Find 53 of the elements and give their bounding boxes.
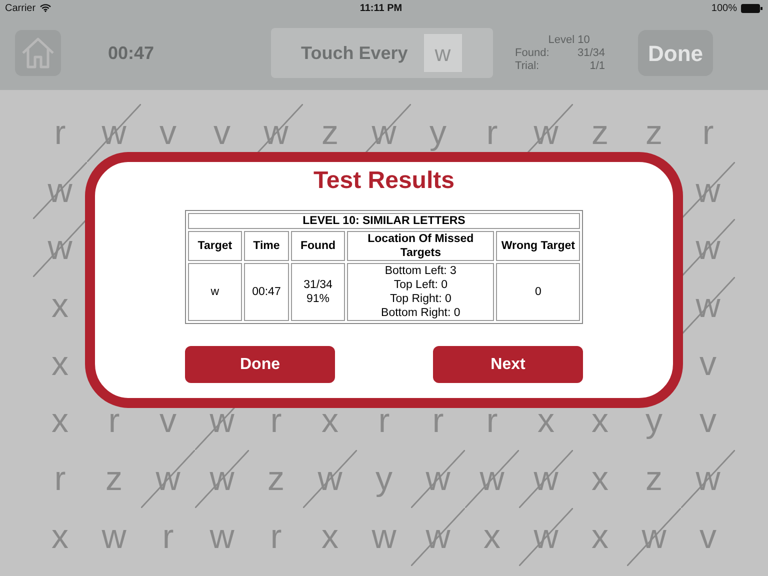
- grid-letter[interactable]: r: [33, 450, 87, 508]
- prompt-text: Touch Every: [301, 42, 408, 65]
- dialog-button[interactable]: Done: [185, 346, 335, 383]
- dialog-button[interactable]: Next: [433, 346, 583, 383]
- done-button[interactable]: Done: [638, 30, 714, 76]
- home-icon: [20, 36, 56, 70]
- grid-letter[interactable]: r: [681, 104, 735, 162]
- table-cell: 31/34 91%: [291, 263, 345, 321]
- stat-label: Trial:: [515, 60, 540, 72]
- grid-letter[interactable]: x: [303, 508, 357, 566]
- stat-value: 31/34: [578, 46, 606, 60]
- dialog-title: Test Results: [312, 166, 456, 196]
- grid-letter[interactable]: x: [33, 334, 87, 392]
- grid-letter[interactable]: w: [195, 508, 249, 566]
- grid-letter[interactable]: r: [33, 104, 87, 162]
- column-header: Wrong Target: [496, 231, 580, 261]
- grid-letter[interactable]: x: [33, 508, 87, 566]
- timer: 00:47: [108, 42, 154, 64]
- column-header: Location Of Missed Targets: [346, 231, 494, 261]
- home-button[interactable]: [15, 30, 61, 76]
- grid-letter[interactable]: w: [87, 508, 141, 566]
- stat-value: 1/1: [590, 60, 606, 72]
- grid-letter[interactable]: x: [573, 450, 627, 508]
- table-cell: Bottom Left: 3 Top Left: 0 Top Right: 0 Bottom Right: 0: [346, 263, 494, 321]
- grid-letter[interactable]: v: [681, 334, 735, 392]
- grid-letter[interactable]: x: [573, 508, 627, 566]
- grid-letter[interactable]: z: [627, 450, 681, 508]
- column-header: Target: [188, 231, 242, 261]
- wifi-icon: [40, 4, 51, 12]
- table-cell: w: [188, 263, 242, 321]
- table-cell: 00:47: [244, 263, 290, 321]
- level-label: Level 10: [547, 34, 591, 46]
- stat-label: Found:: [515, 46, 550, 60]
- status-time: 11:11 PM: [360, 2, 402, 16]
- grid-letter[interactable]: v: [681, 392, 735, 450]
- grid-letter[interactable]: v: [681, 508, 735, 566]
- table-cell: 0: [496, 263, 580, 321]
- grid-letter[interactable]: r: [141, 508, 195, 566]
- grid-letter[interactable]: x: [33, 392, 87, 450]
- column-header: Time: [244, 231, 290, 261]
- grid-letter[interactable]: y: [357, 450, 411, 508]
- carrier-label: Carrier: [5, 2, 36, 16]
- grid-letter[interactable]: w: [357, 508, 411, 566]
- battery-icon: [741, 4, 763, 12]
- grid-letter[interactable]: z: [87, 450, 141, 508]
- grid-letter[interactable]: z: [249, 450, 303, 508]
- column-header: Found: [291, 231, 345, 261]
- grid-letter[interactable]: r: [249, 508, 303, 566]
- grid-letter[interactable]: x: [465, 508, 519, 566]
- grid-letter[interactable]: x: [33, 277, 87, 335]
- target-letter: w: [424, 34, 462, 72]
- table-title: LEVEL 10: SIMILAR LETTERS: [188, 213, 580, 229]
- battery-percent: 100%: [711, 2, 737, 16]
